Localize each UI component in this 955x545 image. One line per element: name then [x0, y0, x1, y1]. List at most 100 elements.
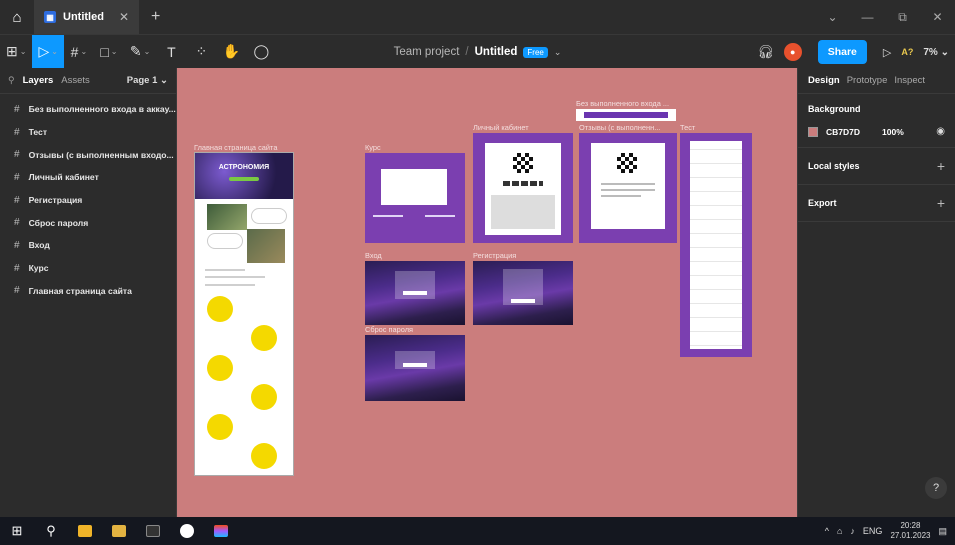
minimize-icon[interactable]: —: [850, 10, 885, 24]
epic-games-icon[interactable]: [136, 517, 170, 545]
text-line: [601, 183, 655, 185]
page-selector[interactable]: Page 1 ⌄: [127, 75, 168, 86]
frame-tool-icon[interactable]: # ⌄: [64, 35, 94, 69]
share-button[interactable]: Share: [817, 40, 867, 64]
system-tray: ^ ⌂ ♪ ENG 20:28 27.01.2023 ▤: [825, 517, 955, 545]
layer-item[interactable]: # Сброс пароля: [0, 211, 176, 234]
frame-icon: #: [14, 285, 20, 297]
tab-prototype[interactable]: Prototype: [847, 75, 888, 86]
chevron-up-icon[interactable]: ^: [825, 526, 829, 536]
frame-register[interactable]: [473, 261, 573, 325]
clock[interactable]: 20:28 27.01.2023: [890, 521, 930, 541]
file-name[interactable]: Untitled: [475, 46, 518, 58]
register-button: [511, 299, 535, 303]
team-name[interactable]: Team project: [394, 46, 460, 58]
tab-inspect[interactable]: Inspect: [894, 75, 925, 86]
toolbar: ⊞ ⌄ ▷ ⌄ # ⌄ □ ⌄ ✎ ⌄ T ⁘ ✋ ◯ Team project / Un…: [0, 34, 955, 69]
frame-icon: #: [14, 103, 20, 115]
frame-label-reset[interactable]: Сброс пароля: [365, 325, 413, 334]
move-tool-icon[interactable]: ▷ ⌄: [32, 34, 64, 69]
background-row: CB7D7D 100% ◉: [808, 126, 945, 137]
chevron-down-icon[interactable]: ⌄: [554, 47, 562, 58]
resources-icon[interactable]: ⁘: [186, 35, 216, 69]
frame-label-cabinet[interactable]: Личный кабинет: [473, 123, 529, 132]
frame-label-no-login[interactable]: Без выполненного входа ...: [576, 99, 669, 108]
store-icon[interactable]: [68, 517, 102, 545]
eye-icon[interactable]: ◉: [936, 126, 945, 137]
color-swatch[interactable]: [808, 126, 818, 137]
help-button[interactable]: ?: [925, 477, 947, 499]
local-styles-section: Local styles +: [798, 148, 955, 185]
plus-icon[interactable]: +: [937, 195, 945, 211]
layers-panel: ⚲ Layers Assets Page 1 ⌄ # Без выполненно…: [0, 68, 177, 517]
layer-item[interactable]: # Без выполненного входа в аккау...: [0, 98, 176, 121]
frame-reviews[interactable]: [579, 133, 677, 243]
volume-icon[interactable]: ♪: [850, 526, 855, 536]
pen-tool-icon[interactable]: ✎ ⌄: [124, 35, 156, 69]
frame-label-login[interactable]: Вход: [365, 251, 382, 260]
layer-item[interactable]: # Курс: [0, 257, 176, 280]
new-tab-icon[interactable]: +: [151, 8, 160, 26]
close-window-icon[interactable]: ✕: [920, 10, 955, 24]
reviews-card: [591, 143, 665, 229]
restore-icon[interactable]: ⧉: [885, 10, 920, 25]
background-opacity[interactable]: 100%: [882, 127, 904, 137]
hero-title: АСТРОНОМИЯ: [218, 164, 270, 171]
design-canvas[interactable]: Главная страница сайта АСТРОНОМИЯ Курс Л…: [177, 68, 797, 517]
frame-course[interactable]: [365, 153, 465, 243]
tab-assets[interactable]: Assets: [61, 75, 90, 86]
text-line: [601, 189, 655, 191]
layer-item[interactable]: # Тест: [0, 121, 176, 144]
tab-layers[interactable]: Layers: [23, 75, 54, 86]
left-panel-tabs: ⚲ Layers Assets Page 1 ⌄: [0, 68, 176, 94]
frame-label-reviews[interactable]: Отзывы (с выполненн...: [579, 123, 660, 132]
frame-main-page[interactable]: АСТРОНОМИЯ: [194, 152, 294, 476]
file-explorer-icon[interactable]: [102, 517, 136, 545]
collapse-icon[interactable]: ⌄: [815, 10, 850, 24]
home-icon[interactable]: ⌂: [0, 0, 34, 34]
avatar[interactable]: ●: [783, 43, 802, 61]
notifications-icon[interactable]: ▤: [938, 526, 947, 537]
course-video-card: [381, 169, 447, 205]
yandex-browser-icon[interactable]: [170, 517, 204, 545]
zoom-value: 7%: [923, 46, 938, 58]
figma-app-icon[interactable]: [204, 517, 238, 545]
team-photo-circle: [251, 384, 277, 410]
main-menu-icon[interactable]: ⊞ ⌄: [0, 35, 32, 69]
close-tab-icon[interactable]: ✕: [119, 10, 129, 24]
comment-tool-icon[interactable]: ◯: [246, 35, 276, 69]
search-icon[interactable]: ⚲: [8, 75, 15, 86]
text-tool-icon[interactable]: T: [156, 35, 186, 69]
plus-icon[interactable]: +: [937, 158, 945, 174]
frame-label-main[interactable]: Главная страница сайта: [194, 143, 277, 152]
layer-item[interactable]: # Вход: [0, 234, 176, 257]
layer-item[interactable]: # Регистрация: [0, 189, 176, 212]
network-icon[interactable]: ⌂: [837, 526, 842, 536]
audio-headphones-icon[interactable]: 🎧︎: [757, 44, 774, 60]
local-styles-title: Local styles: [808, 161, 860, 171]
layer-item[interactable]: # Личный кабинет: [0, 166, 176, 189]
language-indicator[interactable]: ENG: [863, 526, 883, 536]
background-title: Background: [808, 104, 861, 114]
frame-login[interactable]: [365, 261, 465, 325]
frame-cabinet[interactable]: [473, 133, 573, 243]
layer-item[interactable]: # Отзывы (с выполненным входо...: [0, 143, 176, 166]
present-play-icon[interactable]: ▷: [883, 46, 891, 59]
frame-label-register[interactable]: Регистрация: [473, 251, 516, 260]
search-icon[interactable]: ⚲: [34, 517, 68, 545]
frame-test[interactable]: [680, 133, 752, 357]
ask-button[interactable]: A?: [901, 47, 913, 57]
frame-label-test[interactable]: Тест: [680, 123, 695, 132]
frame-label-course[interactable]: Курс: [365, 143, 381, 152]
cabinet-card: [485, 143, 561, 235]
windows-start-icon[interactable]: ⊞: [0, 517, 34, 545]
frame-reset[interactable]: [365, 335, 465, 401]
frame-no-login[interactable]: [576, 109, 676, 121]
zoom-dropdown[interactable]: 7% ⌄: [923, 47, 949, 58]
tab-design[interactable]: Design: [808, 75, 840, 86]
shape-tool-icon[interactable]: □ ⌄: [94, 35, 124, 69]
hand-tool-icon[interactable]: ✋: [216, 35, 246, 69]
file-tab[interactable]: ▦ Untitled ✕: [34, 0, 140, 34]
layer-item[interactable]: # Главная страница сайта: [0, 280, 176, 303]
background-hex[interactable]: CB7D7D: [826, 127, 860, 137]
